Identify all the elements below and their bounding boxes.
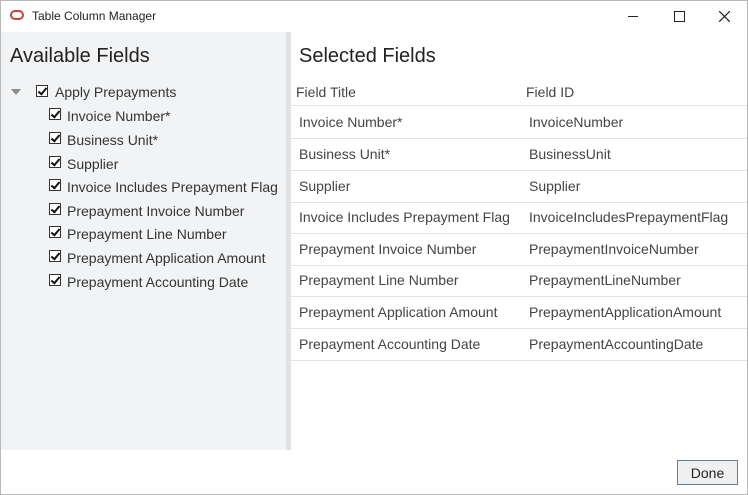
field-id-cell: PrepaymentAccountingDate [529, 336, 704, 352]
table-row[interactable]: Prepayment Line Number PrepaymentLineNum… [291, 264, 747, 297]
checkbox-field[interactable] [49, 179, 61, 191]
field-title-cell: Prepayment Line Number [299, 272, 459, 288]
field-title-cell: Prepayment Application Amount [299, 304, 498, 320]
selected-fields-title: Selected Fields [299, 45, 436, 67]
checkbox-field[interactable] [49, 226, 61, 238]
field-id-cell: PrepaymentLineNumber [529, 272, 681, 288]
field-title-cell: Business Unit* [299, 146, 391, 162]
dialog-footer [1, 450, 747, 494]
column-header-field-title[interactable]: Field Title [296, 84, 356, 100]
done-button[interactable]: Done [677, 460, 738, 485]
checkbox-field[interactable] [49, 108, 61, 120]
field-id-cell: InvoiceIncludesPrepaymentFlag [529, 209, 729, 225]
field-id-cell: PrepaymentApplicationAmount [529, 304, 722, 320]
table-row[interactable]: Prepayment Accounting Date PrepaymentAcc… [291, 328, 747, 361]
tree-item-label: Invoice Includes Prepayment Flag [67, 179, 278, 195]
field-id-cell: PrepaymentInvoiceNumber [529, 241, 699, 257]
field-title-cell: Prepayment Accounting Date [299, 336, 481, 352]
tree-item-label: Prepayment Application Amount [67, 250, 266, 266]
table-column-manager-window: Table Column Manager Available Fields Ap… [0, 0, 748, 495]
field-id-cell: BusinessUnit [529, 146, 611, 162]
minimize-button[interactable] [610, 1, 656, 32]
oracle-logo-icon [10, 10, 24, 20]
checkbox-field[interactable] [49, 250, 61, 262]
close-button[interactable] [701, 1, 747, 32]
checkbox-field[interactable] [49, 274, 61, 286]
close-icon [718, 11, 730, 22]
checkbox-apply-prepayments[interactable] [36, 85, 48, 97]
table-row[interactable]: Invoice Includes Prepayment Flag Invoice… [291, 201, 747, 234]
table-row[interactable]: Prepayment Invoice Number PrepaymentInvo… [291, 233, 747, 266]
table-row[interactable]: Business Unit* BusinessUnit [291, 138, 747, 171]
checkbox-field[interactable] [49, 132, 61, 144]
minimize-icon [628, 16, 638, 17]
checkbox-field[interactable] [49, 156, 61, 168]
table-row[interactable]: Prepayment Application Amount Prepayment… [291, 296, 747, 329]
tree-item-label: Business Unit* [67, 132, 159, 148]
column-header-field-id[interactable]: Field ID [526, 84, 574, 100]
field-id-cell: InvoiceNumber [529, 114, 624, 130]
tree-collapse-icon[interactable] [11, 89, 21, 95]
table-row[interactable]: Supplier Supplier [291, 170, 747, 203]
tree-item-label: Supplier [67, 156, 119, 172]
field-title-cell: Invoice Number* [299, 114, 403, 130]
field-title-cell: Invoice Includes Prepayment Flag [299, 209, 510, 225]
available-fields-pane: Available Fields Apply Prepayments Invoi… [1, 32, 286, 450]
window-title: Table Column Manager [32, 9, 157, 23]
tree-item-label: Invoice Number* [67, 108, 171, 124]
tree-item-label: Prepayment Line Number [67, 226, 227, 242]
tree-root-label: Apply Prepayments [55, 84, 177, 100]
field-title-cell: Supplier [299, 178, 351, 194]
maximize-button[interactable] [656, 1, 702, 32]
field-title-cell: Prepayment Invoice Number [299, 241, 477, 257]
checkbox-field[interactable] [49, 203, 61, 215]
tree-item-label: Prepayment Accounting Date [67, 274, 249, 290]
tree-item-label: Prepayment Invoice Number [67, 203, 245, 219]
maximize-icon [673, 11, 685, 22]
field-id-cell: Supplier [529, 178, 581, 194]
title-bar: Table Column Manager [1, 1, 747, 32]
available-fields-title: Available Fields [10, 45, 150, 67]
selected-fields-pane: Selected Fields Field Title Field ID Inv… [291, 32, 747, 450]
table-row[interactable]: Invoice Number* InvoiceNumber [291, 106, 747, 139]
